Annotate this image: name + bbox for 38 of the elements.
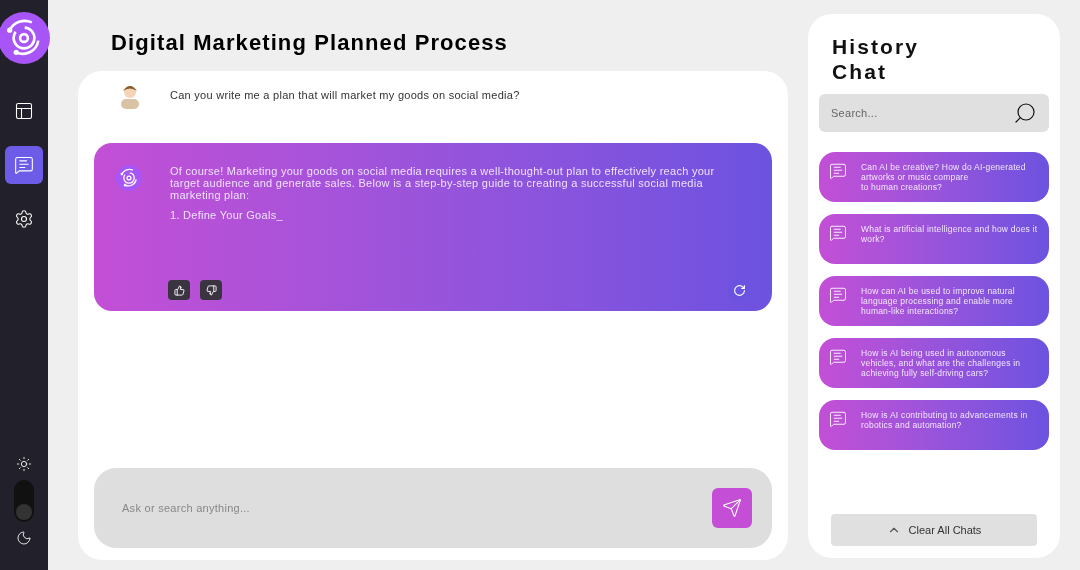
- page-title: Digital Marketing Planned Process: [111, 29, 509, 57]
- history-search[interactable]: Search...: [819, 94, 1049, 132]
- user-question: Can you write me a plan that will market my goods on social media?: [170, 87, 520, 103]
- chat-icon: [829, 162, 847, 180]
- chat-icon: [829, 348, 847, 366]
- history-item[interactable]: What is artificial intelligence and how does it work?: [819, 214, 1049, 264]
- bot-avatar: [116, 165, 142, 191]
- history-title: History Chat: [832, 34, 921, 84]
- clear-chats-button[interactable]: Clear All Chats: [831, 514, 1037, 546]
- theme-toggle[interactable]: [14, 480, 34, 522]
- search-icon: [1013, 101, 1037, 125]
- sidebar-item[interactable]: [5, 146, 43, 184]
- history-item[interactable]: How is AI contributing to advancements in robotics and automation?: [819, 400, 1049, 450]
- chat-icon: [829, 410, 847, 428]
- thumbs-down-icon: [205, 284, 217, 296]
- chat-icon: [829, 286, 847, 304]
- send-button[interactable]: [712, 488, 752, 528]
- logo-icon: [0, 12, 50, 64]
- thumbs-up-icon: [173, 284, 185, 296]
- message-composer[interactable]: Ask or search anything...: [94, 468, 772, 548]
- sun-icon: [16, 456, 32, 472]
- answer-text: Of course! Marketing your goods on social media requires a well-thought-out plan to effectively reach your target audience and generate sales. Below is a step-by-step guide to creating a successful social media marketing plan:: [170, 165, 716, 201]
- answer-step: 1. Define Your Goals_: [170, 207, 750, 224]
- layout-icon: [14, 101, 34, 121]
- search-input[interactable]: Search...: [831, 104, 1013, 122]
- message-input[interactable]: Ask or search anything...: [122, 499, 712, 517]
- send-icon: [722, 498, 742, 518]
- history-item[interactable]: Can AI be creative? How do AI-generated artworks or music compare to human creations?: [819, 152, 1049, 202]
- regenerate-button[interactable]: [728, 279, 750, 301]
- history-item[interactable]: How is AI being used in autonomous vehicles, and what are the challenges in achieving fully self-driving cars?: [819, 338, 1049, 388]
- settings-icon: [14, 209, 34, 229]
- like-button[interactable]: [168, 280, 190, 300]
- refresh-icon: [732, 283, 746, 297]
- dislike-button[interactable]: [200, 280, 222, 300]
- moon-icon: [16, 530, 32, 546]
- chat-icon: [14, 155, 34, 175]
- history-item[interactable]: How can AI be used to improve natural language processing and enable more human-like interactions?: [819, 276, 1049, 326]
- chat-icon: [829, 224, 847, 242]
